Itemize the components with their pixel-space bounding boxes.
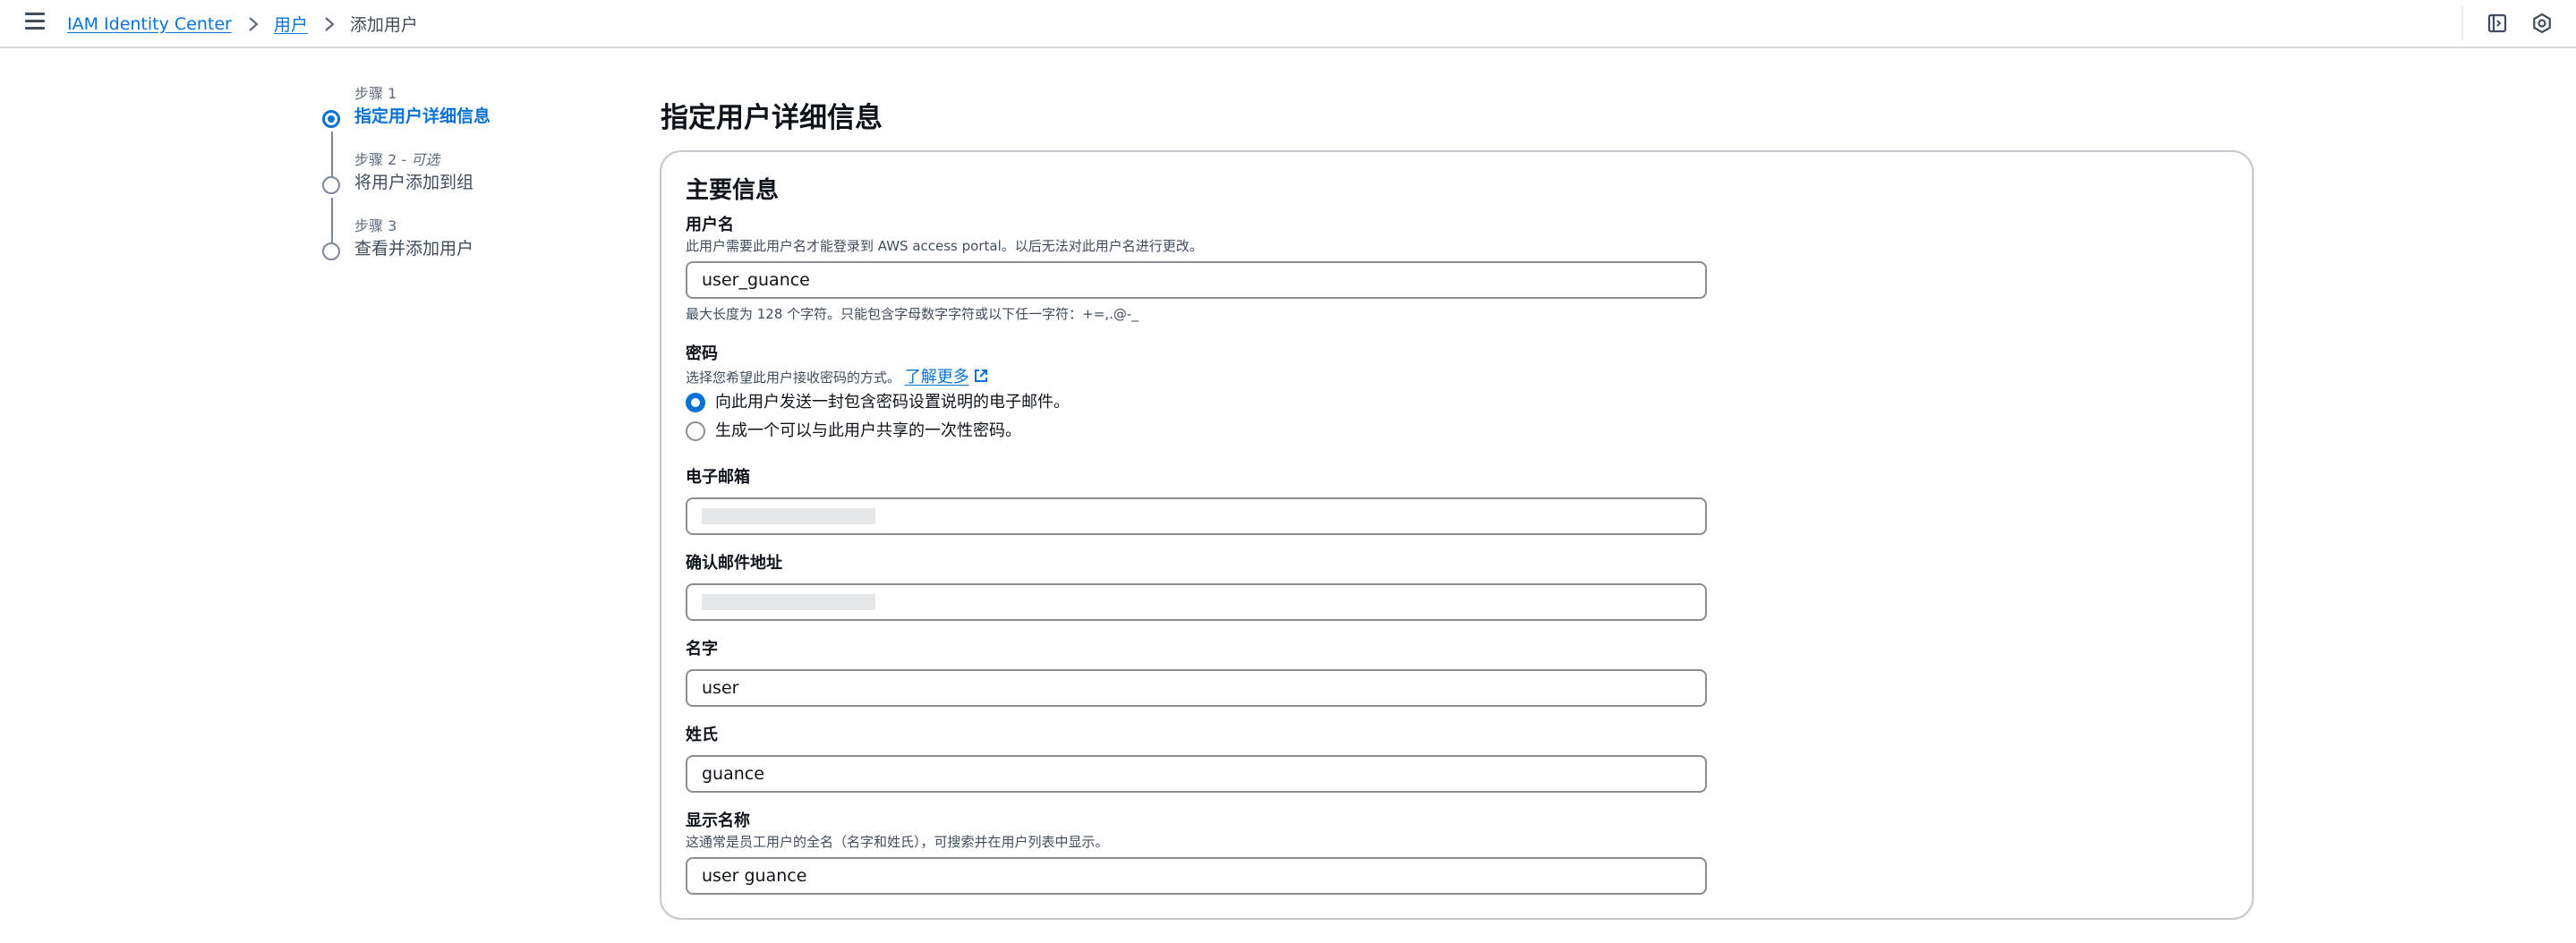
radio-unselected[interactable] [686,421,705,441]
step-3[interactable]: 步骤 3 查看并添加用户 [320,217,474,260]
step-number: 步骤 3 [354,217,397,234]
password-description-text: 选择您希望此用户接收密码的方式。 [686,370,901,386]
learn-more-link[interactable]: 了解更多 [905,368,989,387]
email-label: 电子邮箱 [686,468,750,487]
display-name-field: 显示名称 这通常是员工用户的全名（名字和姓氏），可搜索并在用户列表中显示。 us… [686,811,1707,895]
settings-icon[interactable] [2531,13,2553,34]
username-label: 用户名 [686,216,734,234]
step-optional: 可选 [411,151,440,168]
password-label: 密码 [686,344,718,363]
username-constraint: 最大长度为 128 个字符。只能包含字母数字字符或以下任一字符：+=,.@-_ [686,306,1139,322]
radio-label: 向此用户发送一封包含密码设置说明的电子邮件。 [715,393,1070,412]
password-description: 选择您希望此用户接收密码的方式。 了解更多 [686,368,1070,387]
external-link-icon [974,370,987,382]
chevron-right-icon [249,16,259,31]
username-field: 用户名 此用户需要此用户名才能登录到 AWS access portal。以后无… [686,215,1707,323]
step-active-indicator [322,110,340,128]
redacted-value [702,594,875,610]
confirm-email-input[interactable] [686,583,1707,621]
menu-icon[interactable] [25,13,45,32]
step-indicator [322,176,340,194]
toolbar-divider [2461,6,2463,40]
step-indicator [322,242,340,260]
display-name-label: 显示名称 [686,811,750,830]
breadcrumb-iam-identity-center[interactable]: IAM Identity Center [67,14,232,34]
email-field: 电子邮箱 [686,467,1707,535]
email-input[interactable] [686,497,1707,535]
step-title: 将用户添加到组 [354,173,474,192]
step-2[interactable]: 步骤 2 - 可选 将用户添加到组 [320,151,474,194]
step-number: 步骤 1 [354,85,397,102]
step-title: 指定用户详细信息 [354,106,491,126]
password-option-onetime[interactable]: 生成一个可以与此用户共享的一次性密码。 [686,421,1070,441]
page-title: 指定用户详细信息 [661,102,883,134]
top-navigation-bar: IAM Identity Center 用户 添加用户 [0,0,2576,48]
first-name-field: 名字 user [686,639,1707,707]
breadcrumb: IAM Identity Center 用户 添加用户 [67,12,418,36]
breadcrumb-users[interactable]: 用户 [274,12,308,36]
radio-label: 生成一个可以与此用户共享的一次性密码。 [715,421,1021,440]
step-number: 步骤 2 - [354,151,412,168]
display-name-description: 这通常是员工用户的全名（名字和姓氏），可搜索并在用户列表中显示。 [686,834,1109,850]
confirm-email-field: 确认邮件地址 [686,553,1707,621]
confirm-email-label: 确认邮件地址 [686,554,782,573]
last-name-field: 姓氏 guance [686,725,1707,793]
last-name-label: 姓氏 [686,726,718,744]
step-1: 步骤 1 指定用户详细信息 [320,85,491,128]
first-name-input[interactable]: user [686,669,1707,707]
display-name-input[interactable]: user guance [686,857,1707,895]
first-name-label: 名字 [686,640,718,658]
info-panel-icon[interactable] [2486,13,2508,34]
password-field: 密码 选择您希望此用户接收密码的方式。 了解更多 向此用户发送一封包含密码设置说… [686,344,1070,441]
chevron-right-icon [325,16,335,31]
breadcrumb-current: 添加用户 [349,15,418,35]
last-name-input[interactable]: guance [686,755,1707,793]
panel-title: 主要信息 [686,177,780,204]
password-option-email[interactable]: 向此用户发送一封包含密码设置说明的电子邮件。 [686,393,1070,412]
primary-info-panel: 主要信息 用户名 此用户需要此用户名才能登录到 AWS access porta… [660,150,2254,920]
step-title: 查看并添加用户 [354,239,474,259]
username-description: 此用户需要此用户名才能登录到 AWS access portal。以后无法对此用… [686,238,1203,254]
username-input[interactable]: user_guance [686,261,1707,299]
redacted-value [702,508,875,524]
learn-more-label: 了解更多 [904,368,969,387]
radio-selected[interactable] [686,393,705,412]
